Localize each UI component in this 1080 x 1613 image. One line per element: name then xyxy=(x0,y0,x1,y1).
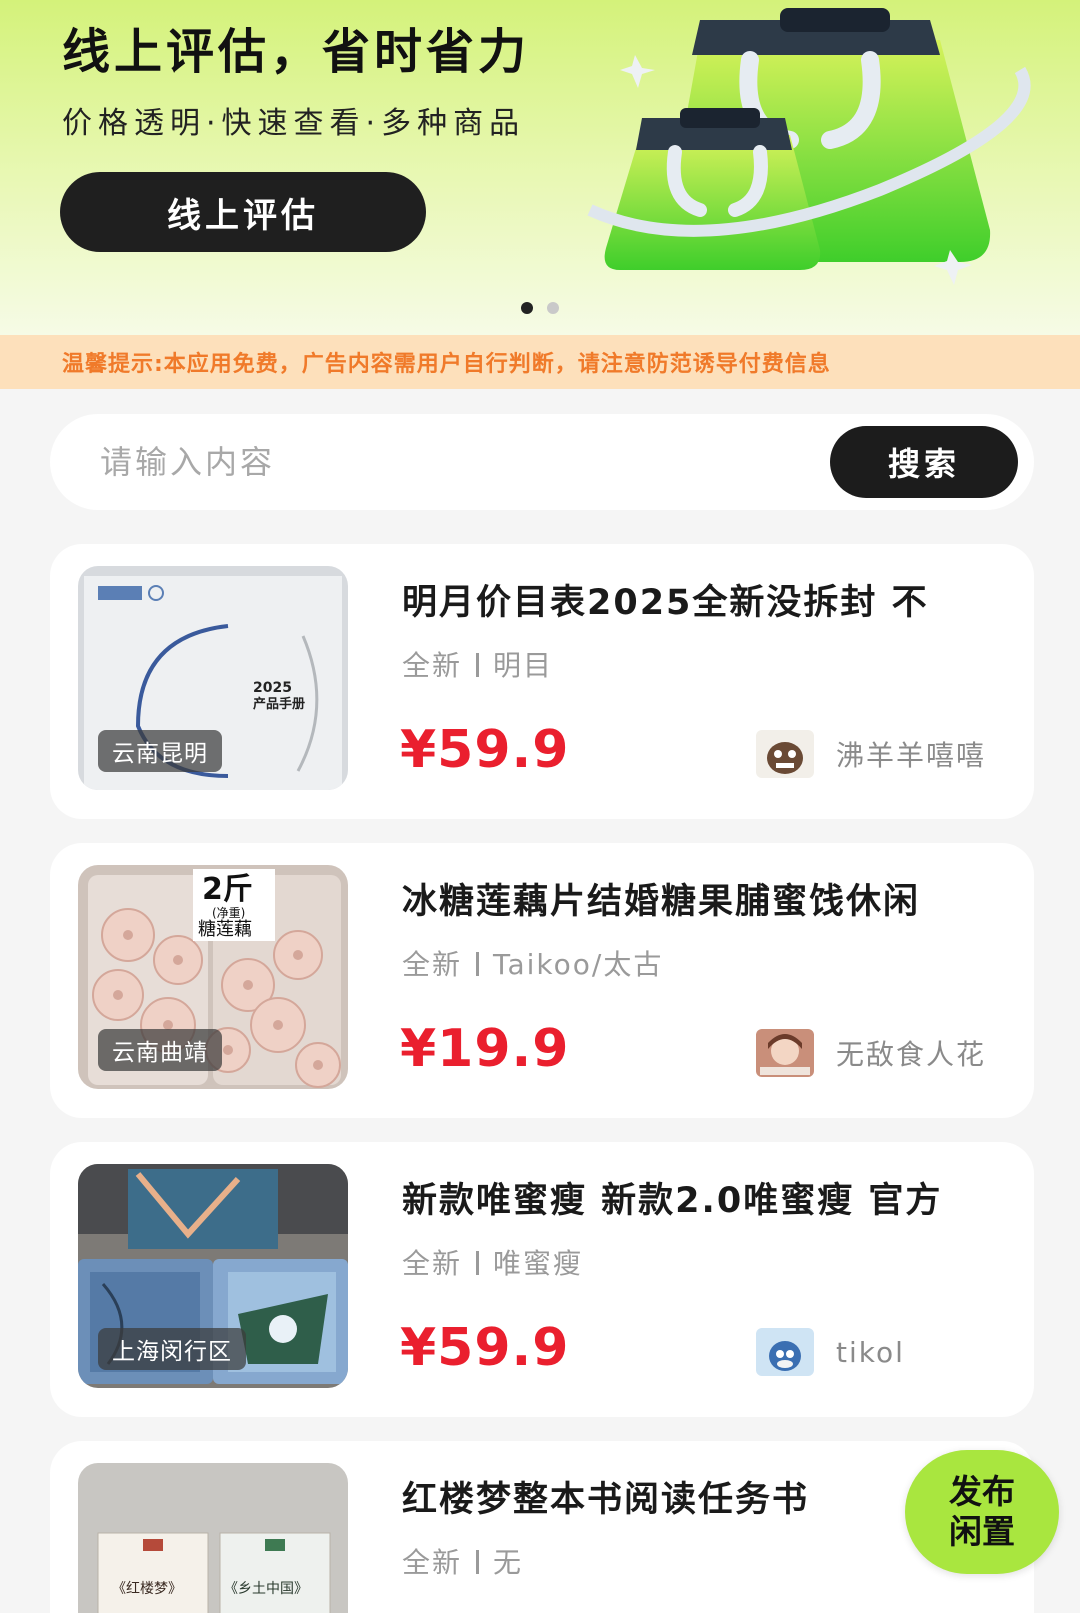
location-tag: 上海闵行区 xyxy=(98,1328,246,1370)
meta-divider xyxy=(476,952,480,976)
condition-label: 全新 xyxy=(402,1247,463,1280)
banner-subtitle: 价格透明·快速查看·多种商品 xyxy=(62,106,526,141)
product-meta: 全新 明目 xyxy=(402,644,553,684)
condition-label: 全新 xyxy=(402,649,463,682)
brand-label: 唯蜜瘦 xyxy=(493,1247,584,1280)
search-button[interactable]: 搜索 xyxy=(830,426,1018,498)
seller-name: 无敌食人花 xyxy=(836,1038,987,1071)
product-price: ¥59.9 xyxy=(400,720,570,780)
books-photo: 《红楼梦》 《乡土中国》 xyxy=(78,1463,348,1613)
product-image[interactable]: 《红楼梦》 《乡土中国》 xyxy=(78,1463,348,1613)
product-meta: 全新 唯蜜瘦 xyxy=(402,1242,583,1282)
brand-label: Taikoo/太古 xyxy=(493,948,664,981)
meta-divider xyxy=(476,1251,480,1275)
thumb-text: (净重) xyxy=(212,906,245,920)
thumb-text: 糖莲藕 xyxy=(198,919,252,940)
publish-idle-button[interactable]: 发布 闲置 xyxy=(905,1450,1059,1574)
publish-label-line1: 发布 xyxy=(949,1473,1015,1510)
online-evaluate-button[interactable]: 线上评估 xyxy=(60,172,426,252)
product-title: 明月价目表2025全新没拆封 不 xyxy=(402,583,929,623)
product-card[interactable]: 《红楼梦》 《乡土中国》 红楼梦整本书阅读任务书 全新无 xyxy=(50,1441,1034,1613)
avatar[interactable] xyxy=(756,1029,814,1077)
condition-label: 全新 xyxy=(402,1546,463,1579)
product-image[interactable]: 上海闵行区 xyxy=(78,1164,348,1388)
seller-info[interactable]: 沸羊羊嘻嘻 xyxy=(756,730,986,778)
product-meta: 全新 Taikoo/太古 xyxy=(402,943,663,983)
brand-label: 明目 xyxy=(493,649,554,682)
seller-name: tikol xyxy=(836,1335,905,1369)
location-tag: 云南曲靖 xyxy=(98,1029,222,1071)
search-bar: 搜索 xyxy=(50,414,1034,510)
product-title: 冰糖莲藕片结婚糖果脯蜜饯休闲 xyxy=(402,882,921,922)
product-card[interactable]: 2025 产品手册 云南昆明 明月价目表2025全新没拆封 不 全新 明目 ¥59… xyxy=(50,544,1034,819)
product-price: ¥19.9 xyxy=(400,1019,570,1079)
thumb-text: 2025 xyxy=(253,680,292,696)
product-card[interactable]: 2斤 (净重) 糖莲藕 云南曲靖 冰糖莲藕片结婚糖果脯蜜饯休闲 全新 Taikoo… xyxy=(50,843,1034,1118)
carousel-indicator[interactable] xyxy=(0,302,1080,314)
carousel-dot-1[interactable] xyxy=(521,302,533,314)
seller-info[interactable]: tikol xyxy=(756,1328,905,1376)
product-image[interactable]: 2025 产品手册 云南昆明 xyxy=(78,566,348,790)
meta-divider xyxy=(476,1550,480,1574)
condition-label: 全新 xyxy=(402,948,463,981)
carousel-dot-2[interactable] xyxy=(547,302,559,314)
search-input[interactable] xyxy=(100,432,800,492)
product-image[interactable]: 2斤 (净重) 糖莲藕 云南曲靖 xyxy=(78,865,348,1089)
meta-divider xyxy=(476,653,480,677)
banner-title: 线上评估，省时省力 xyxy=(62,24,531,80)
notice-bar: 温馨提示:本应用免费，广告内容需用户自行判断，请注意防范诱导付费信息 xyxy=(0,335,1080,389)
publish-label-line2: 闲置 xyxy=(949,1513,1015,1550)
thumb-text: 2斤 xyxy=(202,872,253,907)
product-card[interactable]: 上海闵行区 新款唯蜜瘦 新款2.0唯蜜瘦 官方 全新 唯蜜瘦 ¥59.9 tiko… xyxy=(50,1142,1034,1417)
product-meta: 全新无 xyxy=(402,1541,523,1581)
avatar[interactable] xyxy=(756,730,814,778)
location-tag: 云南昆明 xyxy=(98,730,222,772)
seller-name: 沸羊羊嘻嘻 xyxy=(836,739,987,772)
seller-info[interactable]: 无敌食人花 xyxy=(756,1029,986,1077)
product-price: ¥59.9 xyxy=(400,1318,570,1378)
thumb-text: 《乡土中国》 xyxy=(224,1581,308,1597)
product-title: 新款唯蜜瘦 新款2.0唯蜜瘦 官方 xyxy=(402,1181,943,1221)
avatar[interactable] xyxy=(756,1328,814,1376)
brand-label: 无 xyxy=(493,1546,524,1579)
thumb-text: 产品手册 xyxy=(253,696,305,712)
thumb-text: 《红楼梦》 xyxy=(112,1581,182,1597)
promo-banner[interactable]: 线上评估，省时省力 价格透明·快速查看·多种商品 线上评估 xyxy=(0,0,1080,335)
shopping-bags-illustration xyxy=(587,8,1031,285)
